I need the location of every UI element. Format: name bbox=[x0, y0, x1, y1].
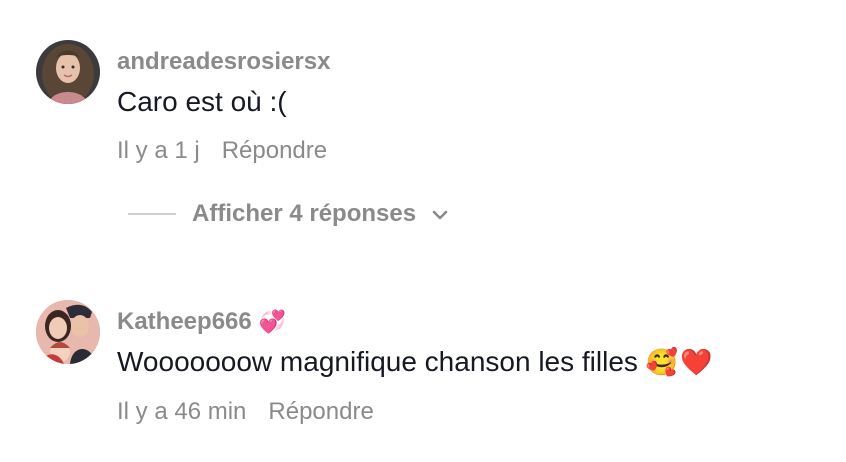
avatar[interactable] bbox=[36, 300, 100, 364]
reply-button[interactable]: Répondre bbox=[268, 398, 373, 426]
timestamp: Il y a 46 min bbox=[117, 398, 247, 425]
comment-list: andreadesrosiersx Caro est où :( Il y a … bbox=[0, 0, 846, 462]
two-hearts-icon: 💞 bbox=[258, 309, 287, 334]
red-heart-icon: ❤️ bbox=[680, 347, 713, 377]
comment-meta: Il y a 46 min Répondre bbox=[117, 398, 374, 426]
username-text: Katheep666 bbox=[117, 308, 252, 335]
username[interactable]: Katheep666 💞 bbox=[117, 308, 286, 336]
comment-meta: Il y a 1 j Répondre bbox=[117, 137, 327, 165]
comment-text: Caro est où :( bbox=[117, 86, 287, 118]
view-replies-label: Afficher 4 réponses bbox=[192, 200, 417, 227]
timestamp: Il y a 1 j bbox=[117, 137, 200, 164]
chevron-down-icon bbox=[430, 204, 450, 224]
comment-text-content: Caro est où :( bbox=[117, 86, 287, 117]
username[interactable]: andreadesrosiersx bbox=[117, 48, 330, 76]
divider-line bbox=[128, 213, 176, 215]
view-replies-button[interactable]: Afficher 4 réponses bbox=[128, 200, 450, 228]
comment-text-content: Wooooooow magnifique chanson les filles bbox=[117, 346, 638, 377]
reply-button[interactable]: Répondre bbox=[222, 137, 327, 165]
avatar[interactable] bbox=[36, 40, 100, 104]
username-text: andreadesrosiersx bbox=[117, 48, 331, 75]
smiling-face-with-hearts-icon: 🥰 bbox=[645, 347, 679, 377]
comment-text: Wooooooow magnifique chanson les filles … bbox=[117, 346, 713, 378]
